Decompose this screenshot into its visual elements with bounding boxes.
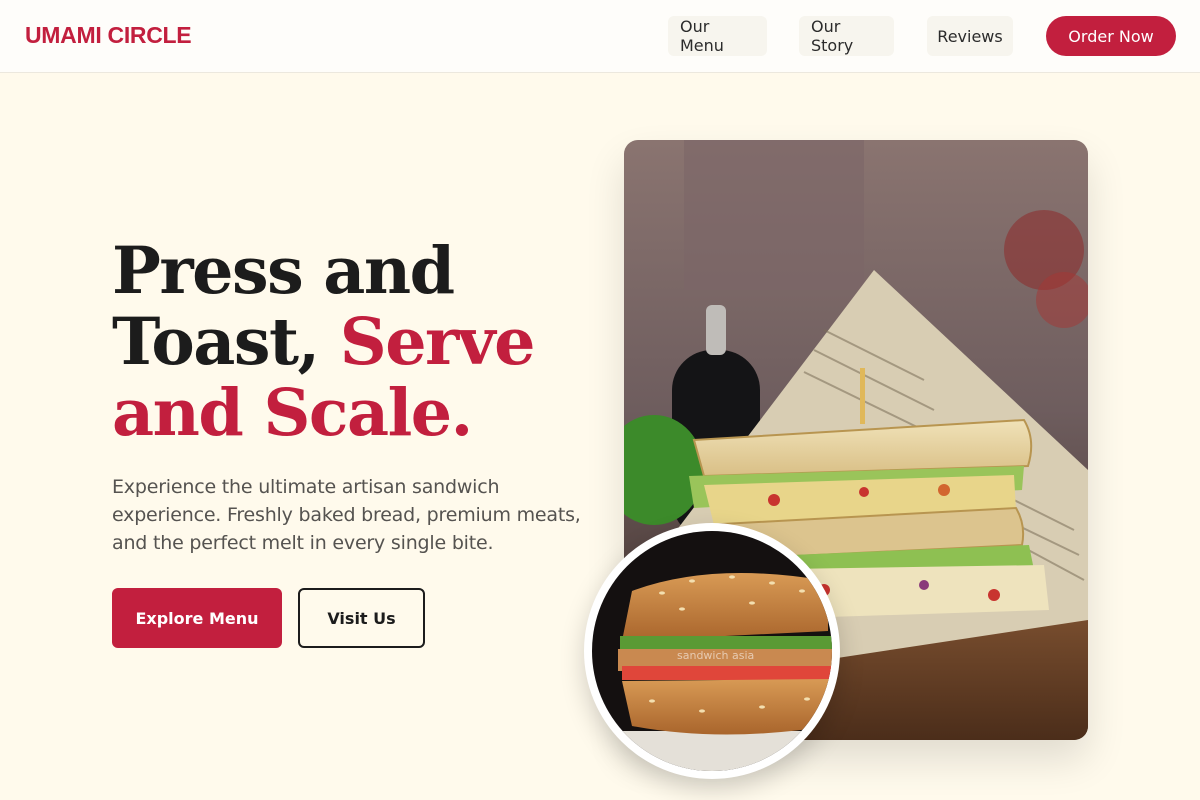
inset-sandwich-image: sandwich asia xyxy=(584,523,840,779)
hero-subtitle: Experience the ultimate artisan sandwich… xyxy=(112,476,581,554)
nav-our-story[interactable]: Our Story xyxy=(799,16,894,56)
headline-accent-scale: and Scale. xyxy=(112,375,473,451)
inset-watermark: sandwich asia xyxy=(677,649,754,662)
headline-accent-serve: Serve xyxy=(339,304,536,380)
hero-headline: Press and Toast, Serve and Scale. xyxy=(112,236,572,449)
explore-menu-button[interactable]: Explore Menu xyxy=(112,588,282,648)
headline-line-1: Press and xyxy=(112,233,455,309)
headline-line-2: Toast, xyxy=(112,304,340,380)
nav-our-menu[interactable]: Our Menu xyxy=(668,16,767,56)
visit-us-button[interactable]: Visit Us xyxy=(298,588,425,648)
order-now-button[interactable]: Order Now xyxy=(1046,16,1176,56)
site-header: UMAMI CIRCLE Our Menu Our Story Reviews … xyxy=(0,0,1200,73)
brand-logo[interactable]: UMAMI CIRCLE xyxy=(25,22,192,49)
nav-reviews[interactable]: Reviews xyxy=(927,16,1013,56)
toasted-sandwich-photo-icon: sandwich asia xyxy=(592,531,832,771)
